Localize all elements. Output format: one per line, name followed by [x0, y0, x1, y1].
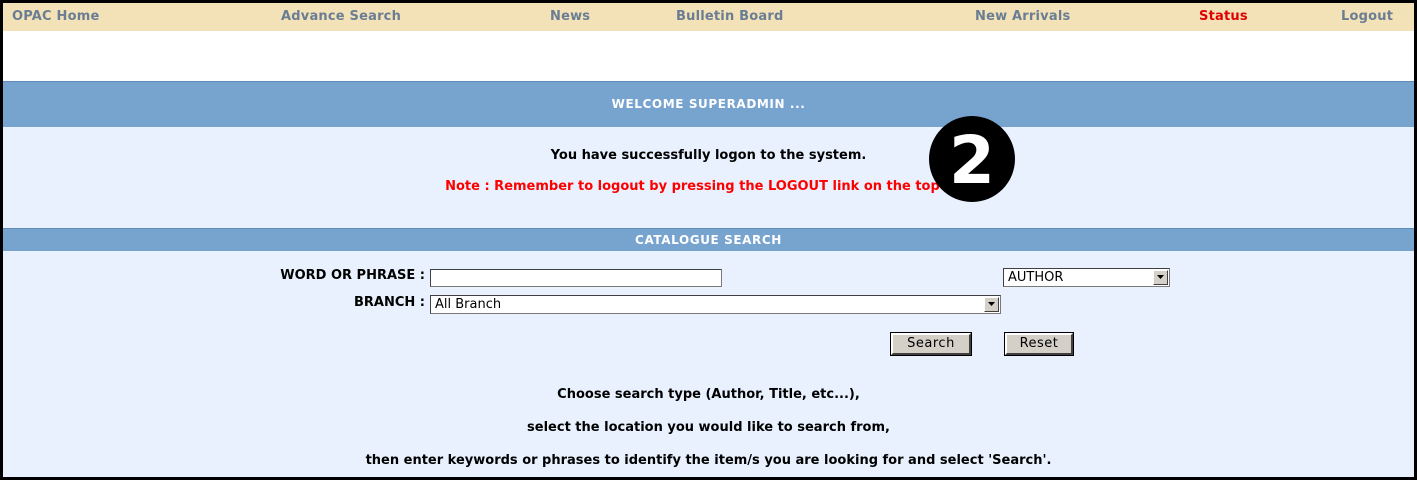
nav-status[interactable]: Status — [1199, 9, 1248, 24]
nav-new-arrivals[interactable]: New Arrivals — [975, 9, 1070, 24]
nav-logout[interactable]: Logout — [1341, 9, 1393, 24]
search-type-selected: AUTHOR — [1008, 270, 1064, 285]
search-button[interactable]: Search — [891, 333, 971, 355]
help-line-3: then enter keywords or phrases to identi… — [365, 453, 1052, 468]
step-number-badge-icon: 2 — [929, 116, 1015, 202]
help-line-1: Choose search type (Author, Title, etc..… — [557, 387, 860, 402]
chevron-down-icon[interactable] — [984, 297, 999, 312]
opac-page: OPAC Home Advance Search News Bulletin B… — [0, 0, 1417, 480]
step-number: 2 — [949, 122, 995, 199]
top-nav-bar: OPAC Home Advance Search News Bulletin B… — [3, 3, 1414, 31]
branch-label: BRANCH : — [353, 295, 425, 310]
nav-bulletin-board[interactable]: Bulletin Board — [676, 9, 783, 24]
welcome-header: WELCOME SUPERADMIN ... — [3, 81, 1414, 128]
catalogue-search-header: CATALOGUE SEARCH — [3, 228, 1414, 252]
nav-advance-search[interactable]: Advance Search — [281, 9, 401, 24]
word-or-phrase-input[interactable] — [430, 269, 722, 287]
catalogue-search-panel: WORD OR PHRASE : AUTHOR BRANCH : All Bra… — [3, 251, 1414, 477]
nav-news[interactable]: News — [550, 9, 590, 24]
login-success-message: You have successfully logon to the syste… — [550, 148, 867, 163]
word-or-phrase-label: WORD OR PHRASE : — [280, 268, 425, 283]
search-type-select[interactable]: AUTHOR — [1003, 268, 1170, 287]
welcome-panel: You have successfully logon to the syste… — [3, 127, 1414, 229]
help-line-2: select the location you would like to se… — [527, 420, 890, 435]
branch-selected: All Branch — [435, 297, 502, 312]
branch-select[interactable]: All Branch — [430, 295, 1001, 314]
nav-opac-home[interactable]: OPAC Home — [12, 9, 100, 24]
reset-button[interactable]: Reset — [1005, 333, 1073, 355]
logout-reminder-note: Note : Remember to logout by pressing th… — [445, 179, 972, 194]
chevron-down-icon[interactable] — [1153, 270, 1168, 285]
